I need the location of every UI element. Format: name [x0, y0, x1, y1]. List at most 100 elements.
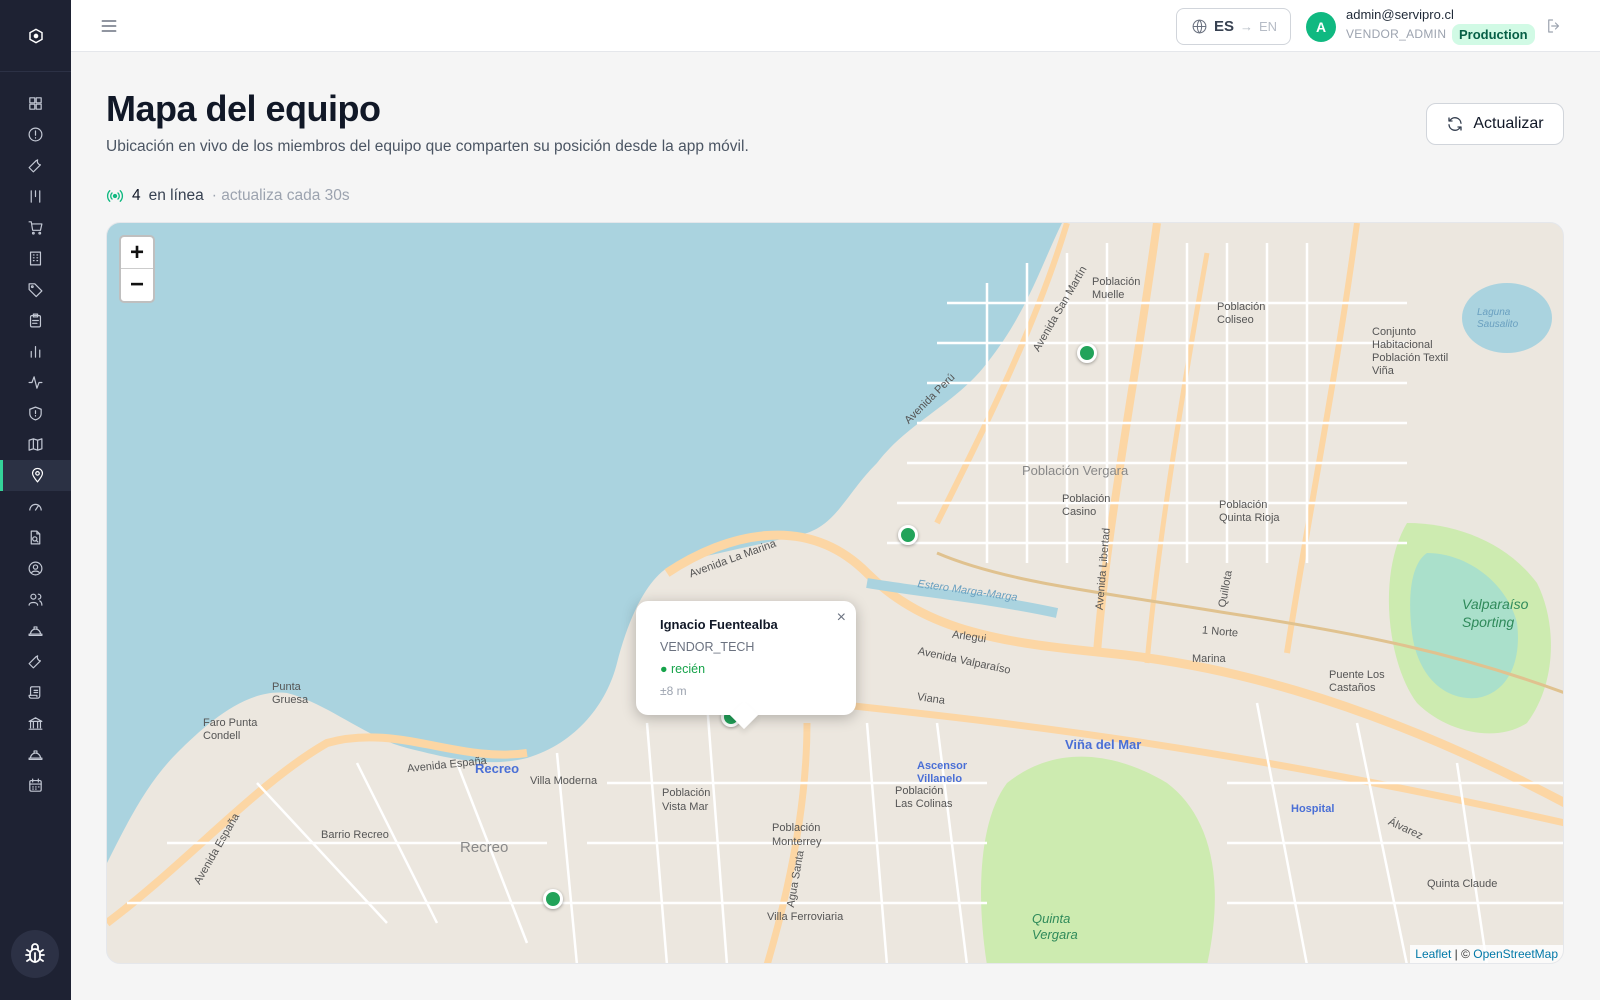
map-label-quinta-claude: Quinta Claude	[1427, 878, 1498, 890]
hamburger-icon	[101, 20, 117, 32]
popup-member-role: VENDOR_TECH	[660, 640, 755, 654]
file-search-icon	[30, 530, 41, 545]
zoom-in-button[interactable]: +	[121, 237, 153, 269]
map-label-vista-mar: Población Vista Mar	[662, 787, 711, 813]
language-arrow: →	[1240, 19, 1254, 34]
online-status: 4 en línea · actualiza cada 30s	[106, 187, 350, 205]
sidebar-item-map-pin[interactable]	[0, 460, 71, 491]
sidebar	[0, 0, 71, 1000]
bar-chart-icon	[30, 345, 41, 358]
member-popup: × Ignacio Fuentealba VENDOR_TECH ● recié…	[636, 601, 856, 715]
gauge-icon	[29, 503, 42, 511]
sidebar-item-shield[interactable]	[0, 398, 71, 429]
map-label-vina: Viña del Mar	[1065, 737, 1142, 752]
hard-hat-icon	[28, 626, 43, 637]
refresh-icon	[1448, 117, 1463, 131]
sidebar-item-columns[interactable]	[0, 181, 71, 212]
sidebar-item-calendar[interactable]	[0, 770, 71, 801]
hard-hat-alt-icon	[28, 750, 43, 761]
sidebar-item-building[interactable]	[0, 243, 71, 274]
team-map[interactable]: + − Viña del Mar Recreo Recreo Población…	[106, 222, 1564, 964]
top-bar: ES → EN A admin@servipro.cl VENDOR_ADMIN…	[71, 0, 1600, 52]
sidebar-item-dashboard[interactable]	[0, 88, 71, 119]
logout-button[interactable]	[1545, 17, 1565, 37]
sidebar-item-clipboard[interactable]	[0, 305, 71, 336]
bug-icon	[25, 943, 45, 963]
map-label-puente: Puente Los Castaños	[1329, 669, 1385, 694]
sidebar-item-wrench[interactable]	[0, 150, 71, 181]
sidebar-item-bank[interactable]	[0, 708, 71, 739]
team-member-marker[interactable]	[1077, 343, 1097, 363]
cart-icon	[28, 221, 43, 235]
online-count: 4	[132, 187, 141, 204]
map-label-hospital: Hospital	[1291, 803, 1335, 815]
sidebar-item-tag[interactable]	[0, 274, 71, 305]
map-label-sporting: Valparaíso Sporting	[1462, 596, 1529, 630]
app-logo[interactable]	[0, 0, 71, 72]
popup-member-name: Ignacio Fuentealba	[660, 617, 778, 632]
logo-icon	[28, 27, 43, 44]
broadcast-icon	[106, 190, 124, 202]
alert-circle-icon	[28, 127, 43, 142]
language-next: EN	[1259, 19, 1278, 34]
sidebar-item-hard-hat-alt[interactable]	[0, 739, 71, 770]
sidebar-item-users[interactable]	[0, 584, 71, 615]
map-label-monterrey: Población Monterrey	[772, 822, 822, 848]
tag-icon	[28, 283, 43, 298]
map-pin-icon	[31, 467, 43, 483]
user-circle-icon	[28, 561, 43, 576]
calendar-icon	[29, 778, 42, 792]
map-label-faro: Faro Punta Condell	[203, 717, 258, 742]
map-icon	[28, 438, 43, 451]
team-member-marker[interactable]	[543, 889, 563, 909]
user-email: admin@servipro.cl	[1346, 7, 1454, 22]
clipboard-icon	[29, 313, 42, 328]
popup-member-status: ● recién	[660, 662, 706, 676]
map-label-laguna: Laguna Sausalito	[1477, 307, 1519, 330]
map-label-quinta-rioja: Población Quinta Rioja	[1219, 499, 1280, 524]
sidebar-item-cart[interactable]	[0, 212, 71, 243]
sidebar-item-gauge[interactable]	[0, 491, 71, 522]
team-member-marker[interactable]	[898, 525, 918, 545]
dashboard-icon	[29, 97, 42, 110]
map-tiles[interactable]	[107, 223, 1564, 964]
popup-close-button[interactable]: ×	[837, 609, 846, 627]
sidebar-item-scroll[interactable]	[0, 677, 71, 708]
map-label-textil: Conjunto Habitacional Población Textil V…	[1372, 326, 1449, 377]
language-switch-button[interactable]: ES → EN	[1176, 8, 1291, 45]
scroll-icon	[28, 686, 41, 699]
sidebar-item-activity[interactable]	[0, 367, 71, 398]
avatar[interactable]: A	[1306, 12, 1336, 42]
map-label-recreo-area: Recreo	[460, 839, 509, 856]
building-icon	[29, 251, 42, 266]
refresh-button[interactable]: Actualizar	[1426, 103, 1564, 145]
menu-toggle-button[interactable]	[99, 16, 123, 36]
attribution-separator: | ©	[1451, 947, 1474, 961]
bank-icon	[28, 717, 43, 730]
user-role: VENDOR_ADMIN	[1346, 27, 1447, 41]
map-label-punta-gruesa: Punta Gruesa	[272, 681, 309, 706]
sidebar-item-hard-hat[interactable]	[0, 615, 71, 646]
refresh-label: Actualizar	[1473, 115, 1544, 132]
sidebar-item-file-search[interactable]	[0, 522, 71, 553]
map-label-coliseo: Población Coliseo	[1217, 301, 1266, 326]
zoom-out-button[interactable]: −	[121, 269, 153, 301]
sidebar-item-bar-chart[interactable]	[0, 336, 71, 367]
map-label-marina: Marina	[1192, 653, 1226, 665]
sidebar-item-map[interactable]	[0, 429, 71, 460]
popup-member-accuracy: ±8 m	[660, 684, 687, 698]
osm-link[interactable]: OpenStreetMap	[1473, 947, 1558, 961]
map-attribution: Leaflet | © OpenStreetMap	[1410, 945, 1563, 963]
columns-icon	[30, 190, 41, 203]
bug-report-button[interactable]	[11, 930, 59, 978]
sidebar-item-user-circle[interactable]	[0, 553, 71, 584]
sidebar-item-alert-circle[interactable]	[0, 119, 71, 150]
online-label: en línea	[148, 187, 204, 204]
page-title: Mapa del equipo	[106, 88, 381, 129]
activity-icon	[28, 376, 43, 389]
sidebar-item-tool[interactable]	[0, 646, 71, 677]
map-label-villa-moderna: Villa Moderna	[530, 775, 598, 787]
wrench-icon	[28, 159, 42, 173]
refresh-interval-note: · actualiza cada 30s	[211, 187, 350, 204]
leaflet-link[interactable]: Leaflet	[1415, 947, 1451, 961]
